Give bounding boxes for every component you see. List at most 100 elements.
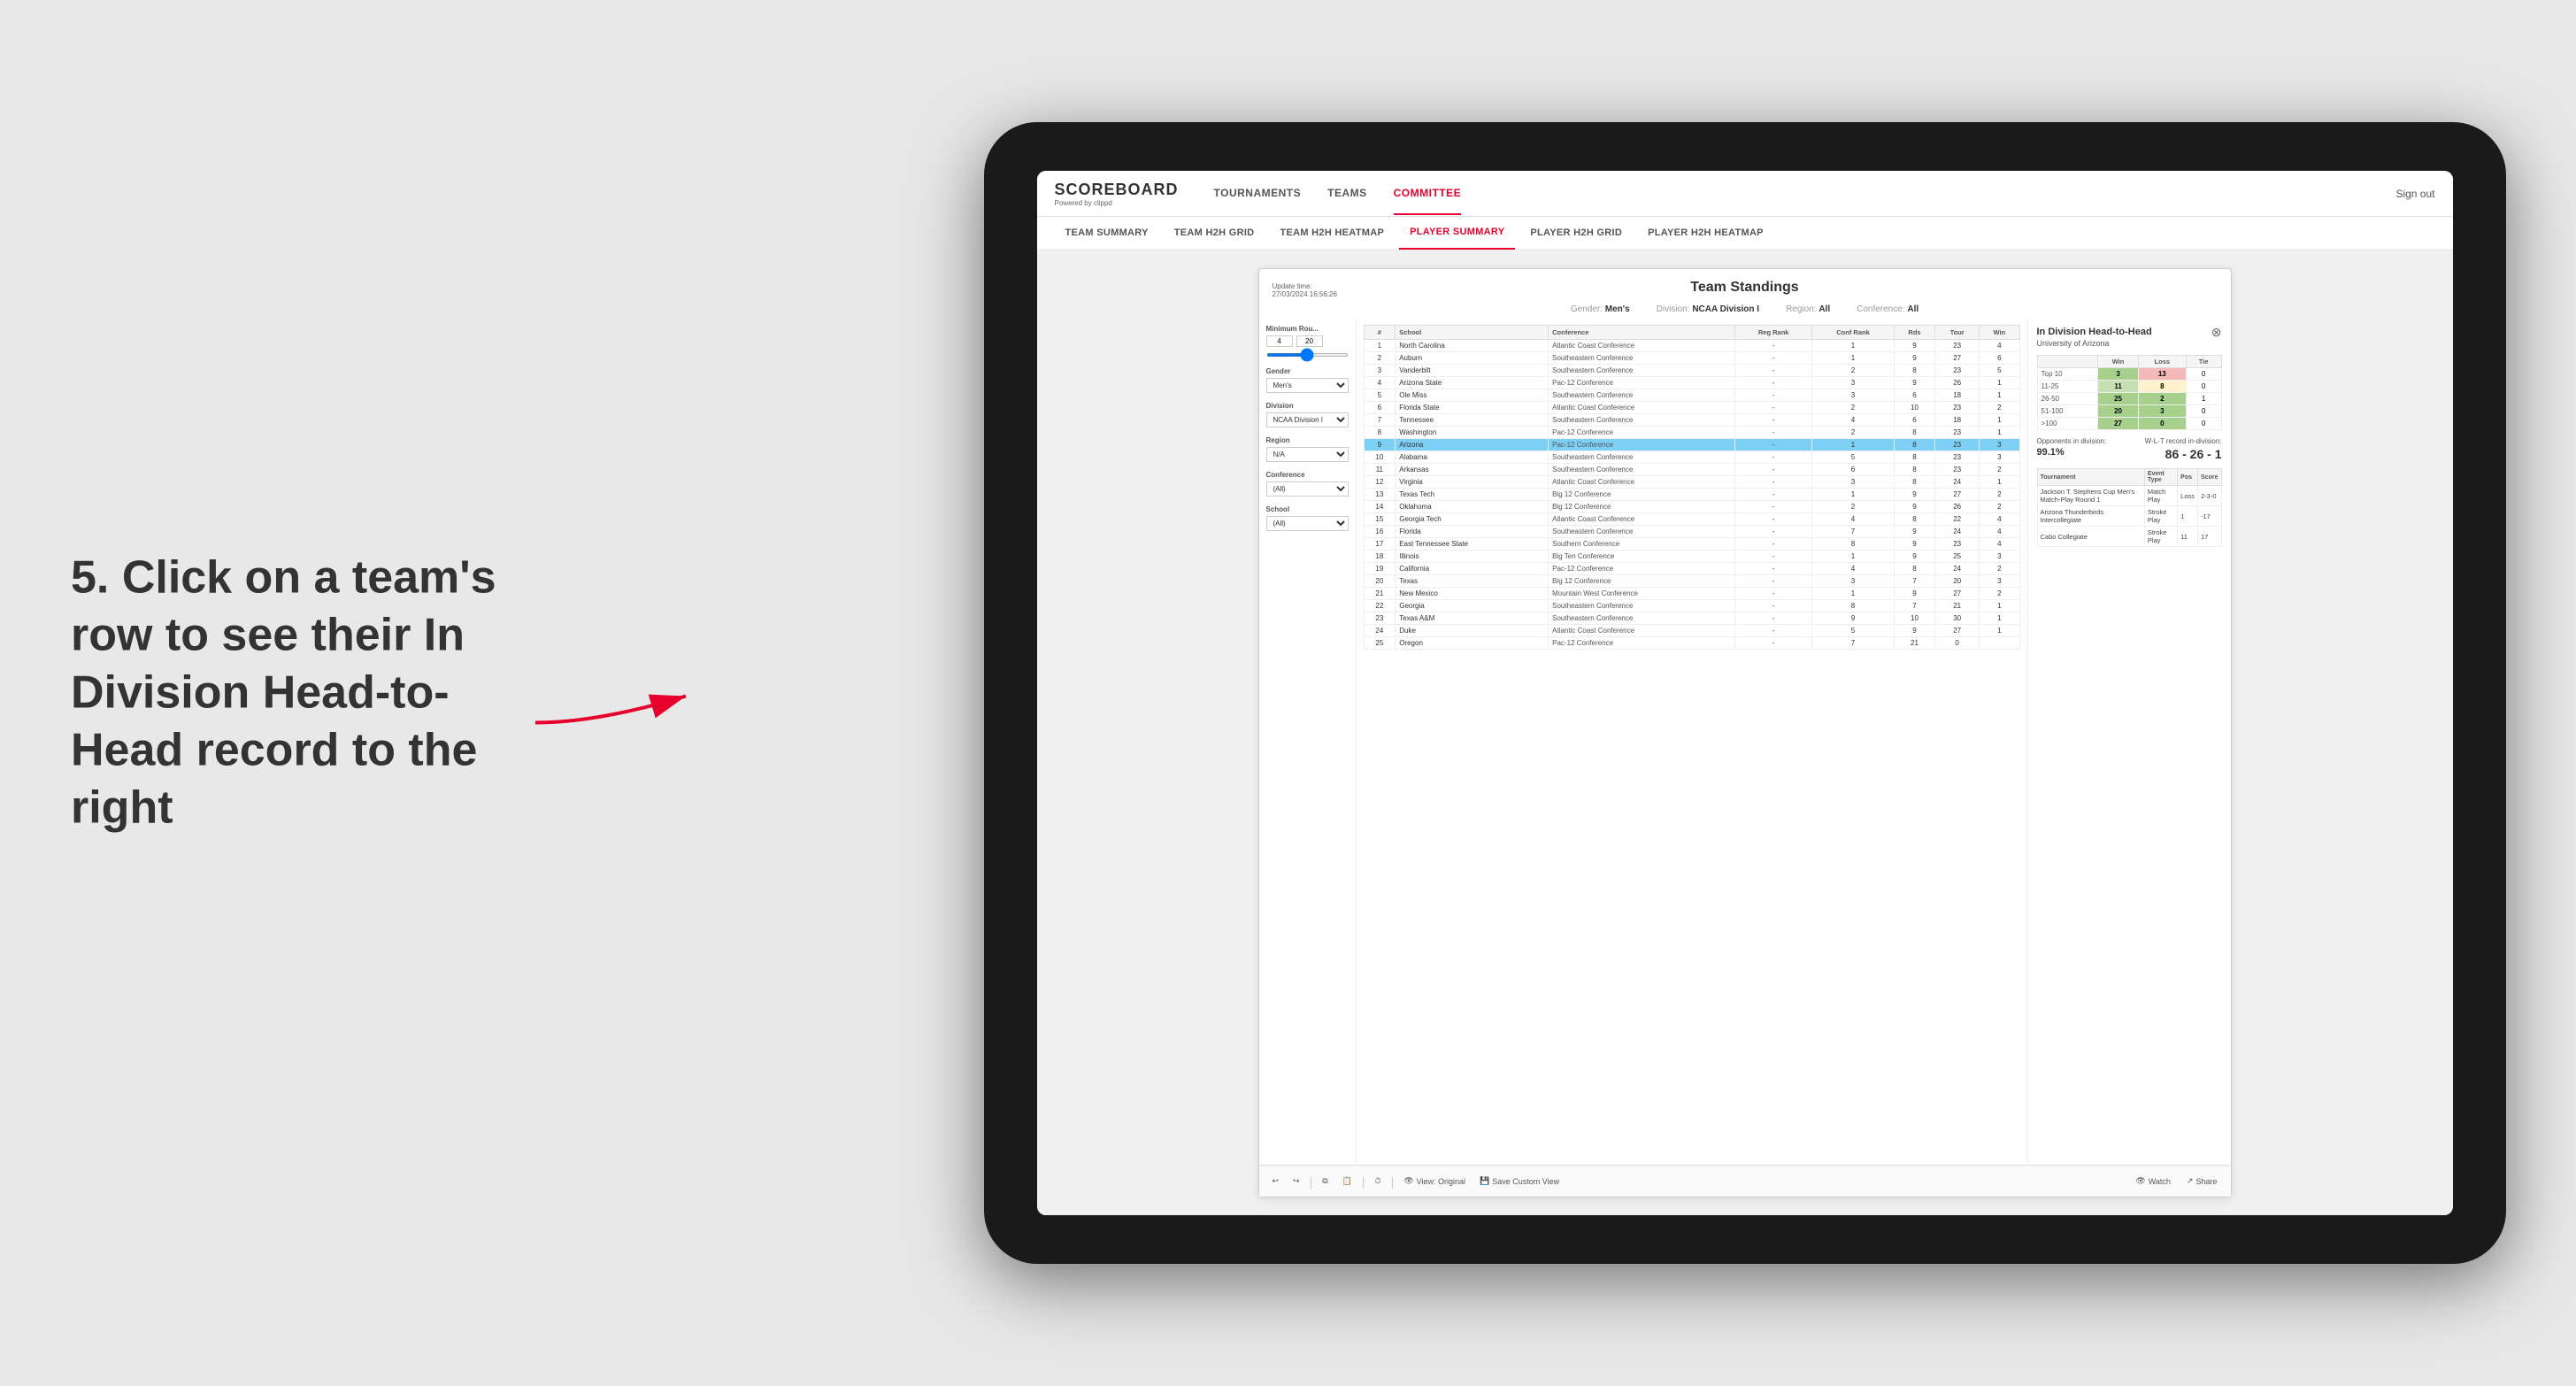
cell-reg-rank: -: [1735, 402, 1812, 414]
table-row[interactable]: 22 Georgia Southeastern Conference - 8 7…: [1364, 600, 2019, 612]
sub-nav-player-h2h-grid[interactable]: PLAYER H2H GRID: [1519, 216, 1633, 250]
table-row[interactable]: 24 Duke Atlantic Coast Conference - 5 9 …: [1364, 625, 2019, 637]
cell-win: 1: [1980, 414, 2019, 427]
cell-school: Texas: [1396, 575, 1549, 588]
share-btn[interactable]: ↗ Share: [2182, 1174, 2222, 1188]
cell-rank: 2: [1364, 352, 1396, 365]
sub-nav-team-summary[interactable]: TEAM SUMMARY: [1055, 216, 1159, 250]
t-cell-pos: 11: [2178, 527, 2198, 547]
col-tour[interactable]: Tour: [1935, 326, 1980, 340]
sub-nav-player-h2h-heatmap[interactable]: PLAYER H2H HEATMAP: [1637, 216, 1774, 250]
table-row[interactable]: 5 Ole Miss Southeastern Conference - 3 6…: [1364, 389, 2019, 402]
cell-conference: Pac-12 Conference: [1549, 439, 1735, 451]
cell-conference: Southeastern Conference: [1549, 526, 1735, 538]
col-rank[interactable]: #: [1364, 326, 1396, 340]
table-row[interactable]: 12 Virginia Atlantic Coast Conference - …: [1364, 476, 2019, 489]
redo-btn[interactable]: ↪: [1288, 1174, 1304, 1188]
cell-school: Washington: [1396, 427, 1549, 439]
nav-committee[interactable]: COMMITTEE: [1394, 173, 1462, 215]
cell-reg-rank: -: [1735, 612, 1812, 625]
col-school[interactable]: School: [1396, 326, 1549, 340]
cell-reg-rank: -: [1735, 476, 1812, 489]
h2h-row: 51-100 20 3 0: [2037, 405, 2221, 418]
table-row[interactable]: 25 Oregon Pac-12 Conference - 7 21 0: [1364, 637, 2019, 650]
watch-btn[interactable]: 👁 Watch: [2131, 1174, 2175, 1188]
table-row[interactable]: 3 Vanderbilt Southeastern Conference - 2…: [1364, 365, 2019, 377]
paste-btn[interactable]: 📋: [1338, 1174, 1357, 1188]
cell-win: 1: [1980, 612, 2019, 625]
conference-select[interactable]: (All): [1266, 481, 1349, 497]
min-rou-max-input[interactable]: [1296, 335, 1323, 347]
table-row[interactable]: 6 Florida State Atlantic Coast Conferenc…: [1364, 402, 2019, 414]
sign-out-link[interactable]: Sign out: [2395, 188, 2434, 200]
division-filter-label: Division: [1266, 402, 1349, 410]
table-row[interactable]: 9 Arizona Pac-12 Conference - 1 8 23 3: [1364, 439, 2019, 451]
nav-teams[interactable]: TEAMS: [1327, 173, 1367, 215]
table-row[interactable]: 10 Alabama Southeastern Conference - 5 8…: [1364, 451, 2019, 464]
cell-rds: 8: [1894, 464, 1934, 476]
table-row[interactable]: 23 Texas A&M Southeastern Conference - 9…: [1364, 612, 2019, 625]
sub-nav-team-h2h-heatmap[interactable]: TEAM H2H HEATMAP: [1269, 216, 1395, 250]
gender-select[interactable]: Men's: [1266, 378, 1349, 393]
sub-nav-player-summary[interactable]: PLAYER SUMMARY: [1399, 216, 1515, 250]
table-row[interactable]: 21 New Mexico Mountain West Conference -…: [1364, 588, 2019, 600]
min-rou-input[interactable]: [1266, 335, 1293, 347]
copy-btn[interactable]: ⧉: [1318, 1174, 1332, 1188]
cell-school: Duke: [1396, 625, 1549, 637]
table-row[interactable]: 14 Oklahoma Big 12 Conference - 2 9 26 2: [1364, 501, 2019, 513]
cell-conference: Big Ten Conference: [1549, 551, 1735, 563]
nav-tournaments[interactable]: TOURNAMENTS: [1214, 173, 1302, 215]
cell-reg-rank: -: [1735, 365, 1812, 377]
cell-conf-rank: 2: [1812, 427, 1895, 439]
save-custom-btn[interactable]: 💾 Save Custom View: [1475, 1174, 1564, 1188]
cell-reg-rank: -: [1735, 625, 1812, 637]
table-row[interactable]: 7 Tennessee Southeastern Conference - 4 …: [1364, 414, 2019, 427]
table-row[interactable]: 15 Georgia Tech Atlantic Coast Conferenc…: [1364, 513, 2019, 526]
cell-tour: 21: [1935, 600, 1980, 612]
min-rou-slider[interactable]: [1266, 353, 1349, 357]
tournament-row: Cabo Collegiate Stroke Play 11 17: [2037, 527, 2221, 547]
cell-rank: 24: [1364, 625, 1396, 637]
cell-school: Auburn: [1396, 352, 1549, 365]
cell-tour: 23: [1935, 439, 1980, 451]
undo-btn[interactable]: ↩: [1268, 1174, 1284, 1188]
h2h-cell-win: 25: [2098, 393, 2139, 405]
table-row[interactable]: 17 East Tennessee State Southern Confere…: [1364, 538, 2019, 551]
col-win[interactable]: Win: [1980, 326, 2019, 340]
h2h-cell-label: 51-100: [2037, 405, 2098, 418]
col-conference[interactable]: Conference: [1549, 326, 1735, 340]
t-cell-name: Arizona Thunderbirds Intercollegiate: [2037, 506, 2144, 527]
cell-tour: 27: [1935, 489, 1980, 501]
table-row[interactable]: 4 Arizona State Pac-12 Conference - 3 9 …: [1364, 377, 2019, 389]
table-row[interactable]: 8 Washington Pac-12 Conference - 2 8 23 …: [1364, 427, 2019, 439]
col-conf-rank[interactable]: Conf Rank: [1812, 326, 1895, 340]
table-row[interactable]: 2 Auburn Southeastern Conference - 1 9 2…: [1364, 352, 2019, 365]
view-original-label: View: Original: [1417, 1177, 1465, 1186]
filter-group-school: School (All): [1266, 505, 1349, 531]
cell-tour: 23: [1935, 464, 1980, 476]
table-row[interactable]: 13 Texas Tech Big 12 Conference - 1 9 27…: [1364, 489, 2019, 501]
col-reg-rank[interactable]: Reg Rank: [1735, 326, 1812, 340]
table-row[interactable]: 19 California Pac-12 Conference - 4 8 24…: [1364, 563, 2019, 575]
school-select[interactable]: (All): [1266, 516, 1349, 531]
bottom-toolbar: ↩ ↪ | ⧉ 📋 | ⏱ | 👁 View: Original 💾 Save …: [1259, 1165, 2231, 1197]
table-row[interactable]: 18 Illinois Big Ten Conference - 1 9 25 …: [1364, 551, 2019, 563]
cell-rank: 13: [1364, 489, 1396, 501]
region-select[interactable]: N/A: [1266, 447, 1349, 462]
view-original-btn[interactable]: 👁 View: Original: [1399, 1174, 1470, 1188]
table-row[interactable]: 16 Florida Southeastern Conference - 7 9…: [1364, 526, 2019, 538]
division-select[interactable]: NCAA Division I: [1266, 412, 1349, 427]
time-btn[interactable]: ⏱: [1371, 1174, 1386, 1188]
table-row[interactable]: 1 North Carolina Atlantic Coast Conferen…: [1364, 340, 2019, 352]
cell-conference: Pac-12 Conference: [1549, 637, 1735, 650]
table-row[interactable]: 11 Arkansas Southeastern Conference - 6 …: [1364, 464, 2019, 476]
sub-nav-team-h2h-grid[interactable]: TEAM H2H GRID: [1164, 216, 1265, 250]
table-row[interactable]: 20 Texas Big 12 Conference - 3 7 20 3: [1364, 575, 2019, 588]
cell-conf-rank: 2: [1812, 365, 1895, 377]
cell-reg-rank: -: [1735, 513, 1812, 526]
h2h-cell-label: Top 10: [2037, 368, 2098, 381]
h2h-close-button[interactable]: ⊗: [2211, 325, 2222, 340]
cell-tour: 24: [1935, 476, 1980, 489]
col-rds[interactable]: Rds: [1894, 326, 1934, 340]
h2h-cell-tie: 0: [2186, 405, 2221, 418]
